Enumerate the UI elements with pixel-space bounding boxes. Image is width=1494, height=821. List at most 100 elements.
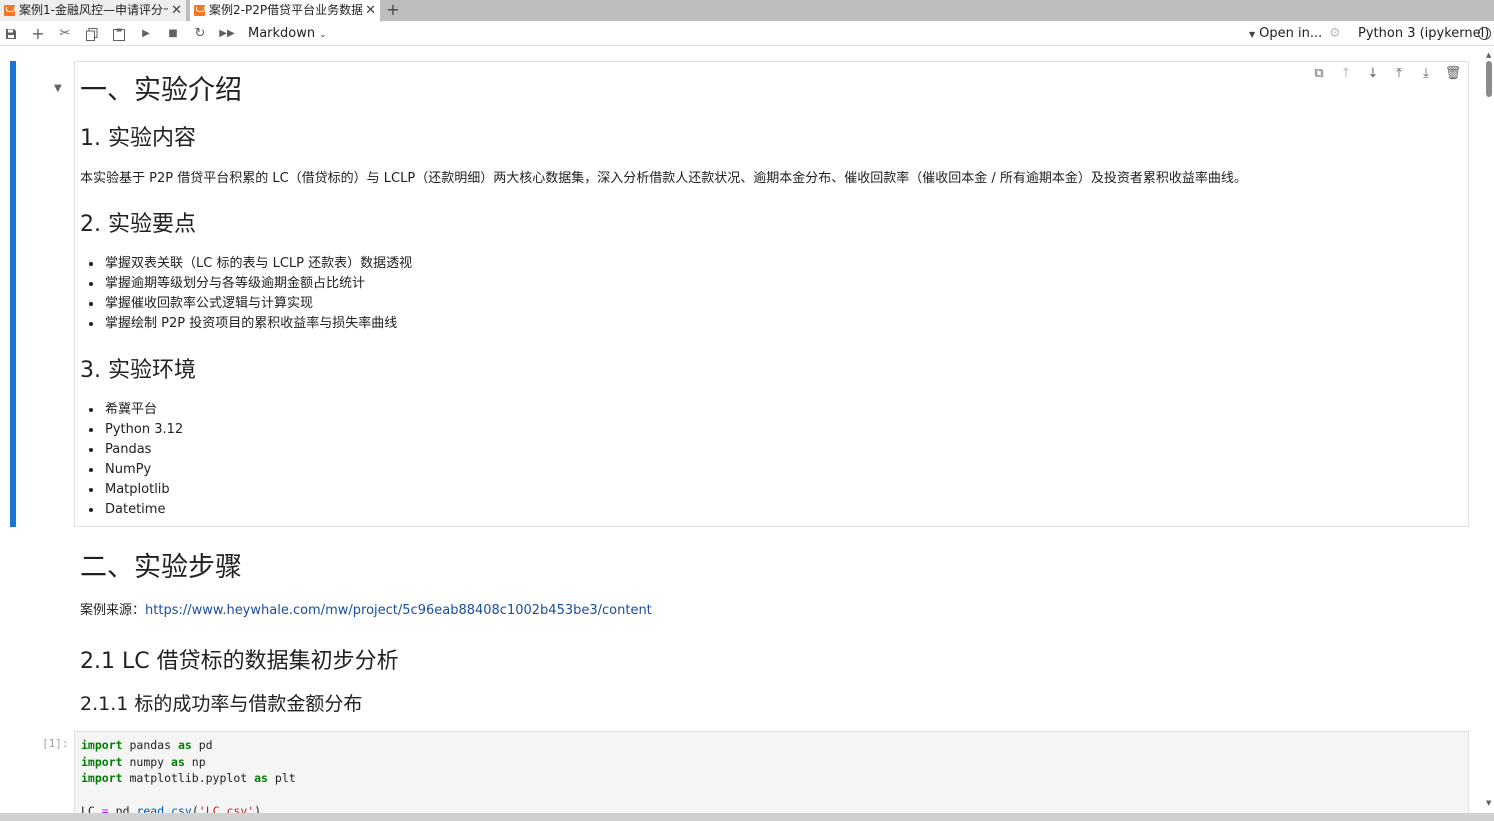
interrupt-button[interactable]: ■ xyxy=(162,24,184,44)
heading-points: 2. 实验要点 xyxy=(80,212,196,237)
restart-button[interactable]: ↻ xyxy=(189,24,211,44)
paste-icon xyxy=(113,28,125,41)
scrollbar-thumb[interactable] xyxy=(1486,61,1492,97)
code-cell-editor[interactable]: import pandas as pd import numpy as np imp… xyxy=(74,731,1469,813)
move-up-button[interactable]: ↑ xyxy=(1333,65,1359,83)
list-item: NumPy xyxy=(88,460,183,480)
module-name: matplotlib.pyplot xyxy=(122,771,255,785)
variable: LC xyxy=(81,804,95,813)
list-item: Matplotlib xyxy=(88,480,183,500)
alias: plt xyxy=(267,771,296,785)
vertical-scrollbar[interactable]: ▲ ▼ xyxy=(1484,47,1494,813)
list-item: 掌握绘制 P2P 投资项目的累积收益率与损失率曲线 xyxy=(88,314,412,334)
alias: np xyxy=(184,754,206,769)
code-line: import pandas as pd xyxy=(81,737,296,754)
delete-cell-button[interactable]: 🗑 xyxy=(1440,65,1466,83)
code-line: import numpy as np xyxy=(81,754,296,771)
heading-env: 3. 实验环境 xyxy=(80,358,196,383)
collapse-caret-icon[interactable]: ▼ xyxy=(54,83,62,94)
alias: pd xyxy=(191,738,213,752)
list-item: 希冀平台 xyxy=(88,400,183,420)
paste-button[interactable] xyxy=(108,24,130,44)
cell-type-value: Markdown xyxy=(248,26,316,41)
insert-below-button[interactable]: ⤓ xyxy=(1413,65,1439,83)
object: pd. xyxy=(115,804,137,813)
insert-below-icon: ⤓ xyxy=(1423,66,1429,81)
execution-count: [1]: xyxy=(42,737,69,750)
cell-collapser[interactable] xyxy=(10,61,16,527)
notebook-panel: ▼ ⧉ ↑ ↓ ⤒ ⤓ 🗑 一、实验介绍 1. 实验内容 本实验基于 P2P 借… xyxy=(0,47,1494,813)
tab-bar: 案例1-金融风控—申请评分卡 ✕ 案例2-P2P借贷平台业务数据分析 ✕ + xyxy=(0,0,1494,22)
move-down-button[interactable]: ↓ xyxy=(1360,65,1386,83)
scroll-up-icon[interactable]: ▲ xyxy=(1486,51,1491,59)
close-icon[interactable]: ✕ xyxy=(171,0,182,21)
env-list: 希冀平台 Python 3.12 Pandas NumPy Matplotlib… xyxy=(88,400,183,520)
gear-icon[interactable]: ⚙ xyxy=(1329,25,1341,43)
add-tab-button[interactable]: + xyxy=(382,0,404,21)
section2-title: 二、实验步骤 xyxy=(80,552,242,583)
heading-2-1-1: 2.1.1 标的成功率与借款金额分布 xyxy=(80,693,363,715)
list-item: 掌握逾期等级划分与各等级逾期金额占比统计 xyxy=(88,274,412,294)
scroll-down-icon[interactable]: ▼ xyxy=(1486,799,1491,807)
arrow-down-icon: ↓ xyxy=(1367,66,1379,81)
tab-notebook-2[interactable]: 案例2-P2P借贷平台业务数据分析 ✕ xyxy=(190,0,381,22)
list-item: Pandas xyxy=(88,440,183,460)
string-literal: 'LC.csv' xyxy=(198,804,255,813)
run-button[interactable]: ▶ xyxy=(135,24,157,44)
keyword: as xyxy=(171,754,185,769)
source-paragraph: 案例来源：https://www.heywhale.com/mw/project… xyxy=(80,602,652,620)
stop-icon: ■ xyxy=(168,28,178,39)
open-in-label: Open in... xyxy=(1259,26,1323,41)
module-name: numpy xyxy=(122,754,172,769)
list-item: Python 3.12 xyxy=(88,420,183,440)
notebook-icon xyxy=(194,5,205,16)
keyword: import xyxy=(81,771,123,785)
trash-icon: 🗑 xyxy=(1444,66,1462,81)
cut-button[interactable]: ✂ xyxy=(54,24,76,44)
source-label: 案例来源： xyxy=(80,603,146,618)
duplicate-cell-button[interactable]: ⧉ xyxy=(1306,65,1332,83)
content-paragraph: 本实验基于 P2P 借贷平台积累的 LC（借贷标的）与 LCLP（还款明细）两大… xyxy=(80,171,1247,186)
keyword: as xyxy=(254,771,268,785)
insert-above-button[interactable]: ⤒ xyxy=(1386,65,1412,83)
tab-notebook-1[interactable]: 案例1-金融风控—申请评分卡 ✕ xyxy=(0,0,187,21)
scissors-icon: ✂ xyxy=(59,26,71,41)
source-link[interactable]: https://www.heywhale.com/mw/project/5c96… xyxy=(145,603,652,618)
chevron-down-icon: ⌄ xyxy=(319,30,327,40)
kernel-status-icon xyxy=(1478,27,1491,40)
list-item: Datetime xyxy=(88,500,183,520)
paren: ) xyxy=(254,804,262,813)
code-content: import pandas as pd import numpy as np imp… xyxy=(81,737,296,813)
play-icon: ▶ xyxy=(142,28,150,39)
paren: ( xyxy=(191,804,199,813)
points-list: 掌握双表关联（LC 标的表与 LCLP 还款表）数据透视 掌握逾期等级划分与各等… xyxy=(88,254,412,334)
keyword: import xyxy=(81,754,123,769)
module-name: pandas xyxy=(122,738,178,752)
restart-run-all-button[interactable]: ▶▶ xyxy=(216,24,238,44)
refresh-icon: ↻ xyxy=(194,26,206,41)
horizontal-scrollbar[interactable] xyxy=(0,813,1494,821)
copy-icon xyxy=(86,28,98,41)
arrow-up-icon: ↑ xyxy=(1340,66,1352,81)
save-button[interactable] xyxy=(0,24,22,44)
tab-label: 案例1-金融风控—申请评分卡 xyxy=(19,3,168,17)
close-icon[interactable]: ✕ xyxy=(365,0,376,21)
code-line: LC = pd.read_csv('LC.csv') xyxy=(81,803,296,813)
kernel-name[interactable]: Python 3 (ipykernel) xyxy=(1358,25,1489,43)
operator: = xyxy=(101,804,109,813)
fast-forward-icon: ▶▶ xyxy=(219,28,235,39)
copy-button[interactable] xyxy=(81,24,103,44)
open-in-dropdown[interactable]: ▼ Open in... xyxy=(1249,25,1322,44)
cell-type-select[interactable]: Markdown ⌄ xyxy=(248,25,327,44)
function-name: read_csv xyxy=(136,804,192,813)
heading-content: 1. 实验内容 xyxy=(80,126,196,151)
heading-2-1: 2.1 LC 借贷标的数据集初步分析 xyxy=(80,649,399,674)
insert-above-icon: ⤒ xyxy=(1396,66,1402,81)
insert-cell-button[interactable]: + xyxy=(27,24,49,44)
list-item: 掌握催收回款率公式逻辑与计算实现 xyxy=(88,294,412,314)
code-line: ​ xyxy=(81,787,296,804)
keyword: import xyxy=(81,738,123,752)
notebook-icon xyxy=(4,5,15,16)
chevron-down-icon: ▼ xyxy=(1249,30,1256,39)
tab-label: 案例2-P2P借贷平台业务数据分析 xyxy=(209,3,362,17)
